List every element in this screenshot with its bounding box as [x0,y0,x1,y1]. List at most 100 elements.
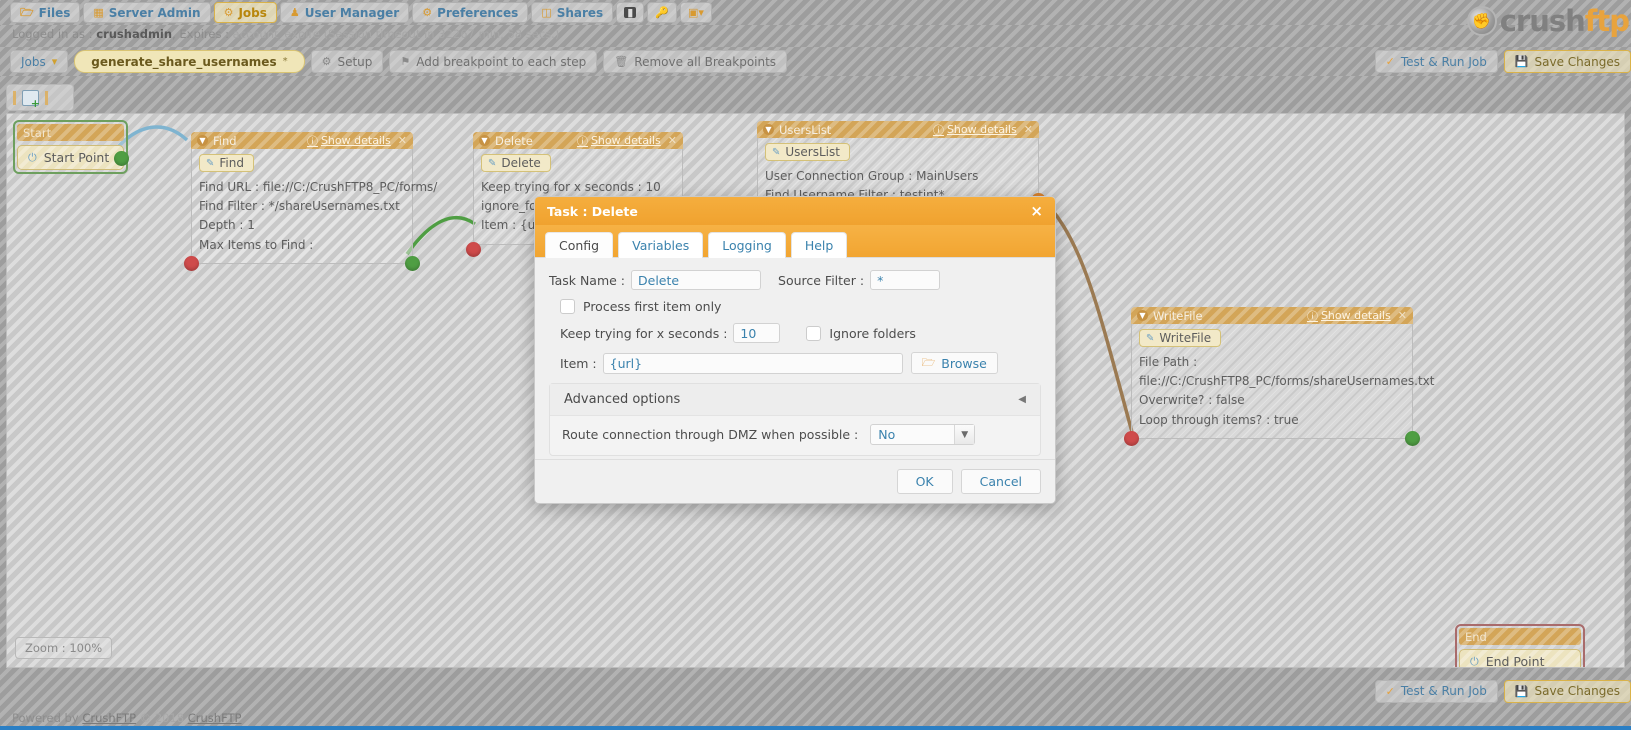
delete-close-icon[interactable]: ✕ [668,134,677,147]
folder-icon: 🗁 [20,6,34,19]
delete-node-header: ▼ Delete ⓘ Show details ✕ [473,132,683,149]
end-point-chip[interactable]: ⏻ End Point [1459,649,1581,667]
ignore-folders-checkbox[interactable] [806,325,822,341]
pencil-icon: ✎ [206,157,215,169]
userslist-edit-chip[interactable]: ✎ UsersList [765,143,850,161]
collapse-icon[interactable]: ▼ [1137,310,1148,321]
browse-label: Browse [941,355,987,371]
advanced-options-header[interactable]: Advanced options ◀ [550,384,1040,416]
nav-item-files[interactable]: 🗁 Files [10,2,81,23]
cancel-button[interactable]: Cancel [960,469,1041,494]
crushftp-link[interactable]: CrushFTP [82,711,136,725]
save-icon: 💾 [1514,55,1529,68]
dialog-tabs: Config Variables Logging Help [535,225,1055,258]
find-error-port[interactable] [184,255,199,271]
current-job-name: generate_share_usernames [91,54,277,69]
writefile-show-details-link[interactable]: ⓘ Show details [1307,308,1391,324]
shares-icon: ◫ [541,6,552,19]
current-job-tab[interactable]: generate_share_usernames * [74,50,305,73]
tab-variables[interactable]: Variables [618,232,704,258]
find-line: Max Items to Find : [199,237,314,252]
delete-show-details-link[interactable]: ⓘ Show details [577,133,661,149]
dialog-body: Task Name : Delete Source Filter : * Pro… [535,258,1055,459]
writefile-node-body: ✎ WriteFile File Path : file://C:/CrushF… [1131,324,1434,439]
nav-item-server-admin[interactable]: ▦ Server Admin [83,2,211,23]
nav-item-key[interactable]: 🔑 [647,2,677,23]
keep-trying-row: Keep trying for x seconds : 10 Ignore fo… [560,323,1041,343]
task-name-input[interactable]: Delete [631,270,762,290]
add-task-icon[interactable] [22,89,40,110]
task-delete-dialog[interactable]: Task : Delete × Config Variables Logging… [534,196,1056,504]
browse-button[interactable]: 🗁 Browse [910,352,998,374]
task-name-row: Task Name : Delete Source Filter : * [549,270,1041,290]
chevron-down-icon[interactable]: ▼ [954,425,975,444]
user-icon: ♟ [289,6,300,19]
writefile-node-title: WriteFile [1153,308,1203,323]
add-breakpoint-label: Add breakpoint to each step [416,54,587,69]
end-node[interactable]: End ⏻ End Point [1455,624,1585,667]
remove-breakpoints-button[interactable]: 🗑 Remove all Breakpoints [603,50,788,73]
writefile-edit-chip[interactable]: ✎ WriteFile [1139,329,1222,347]
tab-logging[interactable]: Logging [708,232,786,258]
writefile-line: File Path : [1139,355,1198,369]
save-changes-label: Save Changes [1534,54,1620,69]
drag-grip-icon[interactable] [45,90,48,105]
prefs-icon: ⚙ [422,6,433,19]
save-changes-button-top[interactable]: 💾 Save Changes [1503,50,1631,73]
collapse-icon[interactable]: ▼ [479,135,490,146]
find-edit-chip[interactable]: ✎ Find [199,154,254,172]
userslist-show-details-link[interactable]: ⓘ Show details [933,122,1017,138]
userslist-close-icon[interactable]: ✕ [1024,123,1033,136]
delete-edit-chip[interactable]: ✎ Delete [481,154,551,172]
nav-item-image-dropdown[interactable]: ▣▾ [679,2,712,23]
jobs-dropdown-button[interactable]: Jobs ▾ [10,50,69,73]
ok-button[interactable]: OK [896,469,953,494]
save-icon: 💾 [1514,684,1529,698]
nav-item-preferences[interactable]: ⚙ Preferences [412,2,529,23]
session-info: Logged in as : crushadmin, Expires : acc… [12,27,559,41]
delete-error-port[interactable] [466,242,481,257]
start-node[interactable]: Start ⏻ Start Point [13,120,129,174]
nav-item-shares[interactable]: ◫ Shares [531,2,614,23]
start-point-chip[interactable]: ⏻ Start Point [17,145,129,170]
start-output-port[interactable] [114,151,129,166]
collapse-icon[interactable]: ▼ [763,124,774,135]
test-run-job-button-top[interactable]: ✓ Test & Run Job [1374,50,1498,73]
crushftp-copyright-link[interactable]: CrushFTP [188,711,242,725]
task-node-writefile[interactable]: ▼ WriteFile ⓘ Show details ✕ ✎ WriteFile… [1124,307,1434,446]
item-input[interactable]: {url} [602,352,903,374]
source-filter-input[interactable]: * [870,270,941,290]
tab-config[interactable]: Config [545,232,614,258]
find-show-details-link[interactable]: ⓘ Show details [307,133,391,149]
dialog-footer: OK Cancel [535,459,1055,503]
dmz-select[interactable]: No ▼ [870,424,976,445]
save-changes-button-bottom[interactable]: 💾 Save Changes [1503,679,1631,703]
writefile-success-port[interactable] [1405,430,1420,446]
nav-item-user-manager[interactable]: ♟ User Manager [279,2,410,23]
info-icon: ⓘ [1306,309,1318,323]
dmz-selected-value: No [878,427,896,442]
collapse-arrow-icon[interactable]: ◀ [1018,394,1026,405]
setup-button[interactable]: ⚙ Setup [310,50,384,73]
end-node-header: End [1459,628,1581,645]
add-breakpoint-button[interactable]: ⚑ Add breakpoint to each step [389,50,598,73]
advanced-options-panel: Advanced options ◀ Route connection thro… [549,383,1041,456]
nav-label: Preferences [437,5,519,20]
collapse-icon[interactable]: ▼ [197,135,208,146]
find-close-icon[interactable]: ✕ [398,134,407,147]
tab-help[interactable]: Help [790,232,848,258]
keep-trying-input[interactable]: 10 [733,323,781,343]
process-first-label: Process first item only [583,299,722,314]
writefile-error-port[interactable] [1124,430,1139,446]
task-node-find[interactable]: ▼ Find ⓘ Show details ✕ ✎ Find Find URL … [184,132,437,271]
close-icon[interactable]: × [1030,203,1043,219]
nav-item-jobs[interactable]: ⚙ Jobs [213,2,277,23]
nav-item-terminal[interactable]: ▮ [616,2,645,23]
delete-chip-label: Delete [501,156,541,170]
find-success-port[interactable] [405,255,420,271]
process-first-item-checkbox[interactable] [560,299,575,314]
writefile-close-icon[interactable]: ✕ [1398,309,1407,322]
zoom-badge[interactable]: Zoom : 100% [15,637,113,659]
drag-grip-icon[interactable] [13,90,16,105]
test-run-job-button-bottom[interactable]: ✓ Test & Run Job [1374,679,1498,703]
